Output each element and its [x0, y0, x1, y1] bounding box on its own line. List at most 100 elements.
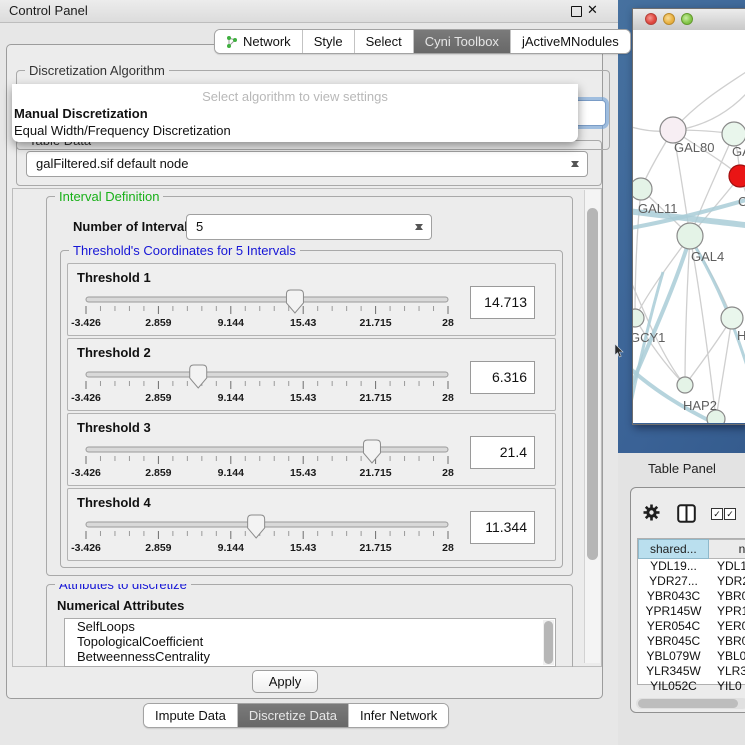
checkbox-icon[interactable]: ✓	[711, 508, 723, 520]
network-node-gal11[interactable]	[633, 178, 652, 200]
threshold-slider[interactable]: -3.4262.8599.14415.4321.71528	[78, 365, 462, 407]
table-row[interactable]: YPR145WYPR1	[638, 604, 745, 619]
cell-name: YIL0	[709, 679, 745, 694]
checkbox-icon[interactable]: ✓	[724, 508, 736, 520]
mouse-cursor-icon	[614, 344, 624, 358]
table-data-value: galFiltered.sif default node	[36, 152, 188, 176]
number-of-intervals-combobox[interactable]: 5	[186, 214, 432, 240]
slider-track[interactable]	[86, 372, 448, 377]
dropdown-item-equal-width-frequency[interactable]: Equal Width/Frequency Discretization	[14, 123, 231, 138]
table-row[interactable]: YDR27...YDR2	[638, 574, 745, 589]
node-label: H	[737, 328, 745, 343]
network-node-gal4[interactable]	[677, 223, 703, 249]
svg-text:-3.426: -3.426	[71, 467, 101, 479]
threshold-slider[interactable]: -3.4262.8599.14415.4321.71528	[78, 440, 462, 482]
network-edge[interactable]	[673, 72, 745, 130]
slider-ticks: -3.4262.8599.14415.4321.71528	[71, 531, 454, 554]
table-panel-title: Table Panel	[648, 461, 716, 476]
svg-text:9.144: 9.144	[218, 542, 244, 554]
svg-text:2.859: 2.859	[145, 542, 171, 554]
column-header-shared-name[interactable]: shared...	[638, 539, 709, 559]
svg-text:-3.426: -3.426	[71, 317, 101, 329]
tab-select[interactable]: Select	[355, 30, 414, 53]
cell-shared-name: YLR345W	[638, 664, 709, 679]
threshold-slider[interactable]: -3.4262.8599.14415.4321.71528	[78, 290, 462, 332]
panel-title: Control Panel	[9, 3, 88, 18]
table-row[interactable]: YLR345WYLR3	[638, 664, 745, 679]
network-edge[interactable]	[685, 236, 690, 385]
desktop-background: GAL80GACGAL11GAL4GCY1HHAP2	[618, 0, 745, 453]
table-row[interactable]: YIL052CYIL0	[638, 679, 745, 694]
control-panel-titlebar: Control Panel ✕	[0, 0, 618, 23]
traffic-minimize-icon[interactable]	[663, 13, 675, 25]
numerical-attributes-list[interactable]: SelfLoopsTopologicalCoefficientBetweenne…	[64, 618, 556, 667]
traffic-zoom-icon[interactable]	[681, 13, 693, 25]
slider-track[interactable]	[86, 297, 448, 302]
threshold-value-field[interactable]: 6.316	[470, 361, 535, 394]
columns-icon[interactable]	[677, 504, 696, 523]
traffic-close-icon[interactable]	[645, 13, 657, 25]
tab-discretize-data[interactable]: Discretize Data	[238, 704, 349, 727]
vertical-scrollbar[interactable]	[584, 190, 600, 663]
list-scrollbar[interactable]	[543, 620, 554, 665]
network-edge[interactable]	[716, 318, 732, 419]
threshold-value-field[interactable]: 14.713	[470, 286, 535, 319]
cell-name: YBL0	[709, 649, 745, 664]
float-icon[interactable]	[571, 6, 582, 17]
network-node-gcy1[interactable]	[633, 309, 644, 327]
cell-shared-name: YDL19...	[638, 559, 709, 574]
close-icon[interactable]: ✕	[587, 2, 598, 18]
app-root: Control Panel ✕ NetworkStyleSelectCyni T…	[0, 0, 745, 745]
network-window-titlebar	[633, 9, 745, 31]
svg-text:15.43: 15.43	[290, 392, 316, 404]
table-row[interactable]: YBL079WYBL0	[638, 649, 745, 664]
network-canvas[interactable]: GAL80GACGAL11GAL4GCY1HHAP2	[633, 30, 745, 423]
threshold-value-field[interactable]: 21.4	[470, 436, 535, 469]
threshold-slider[interactable]: -3.4262.8599.14415.4321.71528	[78, 515, 462, 557]
node-label: GA	[732, 144, 745, 159]
threshold-label: Threshold 3	[77, 420, 151, 435]
list-scrollbar-thumb[interactable]	[544, 621, 553, 664]
table-row[interactable]: YBR043CYBR0	[638, 589, 745, 604]
slider-thumb[interactable]	[363, 440, 380, 463]
table-row[interactable]: YBR045CYBR0	[638, 634, 745, 649]
network-node-top-right[interactable]	[722, 122, 745, 146]
attribute-item-topologicalcoefficient[interactable]: TopologicalCoefficient	[65, 634, 555, 649]
gear-icon[interactable]	[643, 504, 660, 521]
network-node-h-node[interactable]	[721, 307, 743, 329]
horizontal-scrollbar[interactable]	[636, 698, 745, 709]
tab-infer-network[interactable]: Infer Network	[349, 704, 448, 727]
tab-network[interactable]: Network	[215, 30, 303, 53]
tab-impute-data[interactable]: Impute Data	[144, 704, 238, 727]
table-row[interactable]: YER054CYER0	[638, 619, 745, 634]
tab-cyni-toolbox[interactable]: Cyni Toolbox	[414, 30, 511, 53]
threshold-value-field[interactable]: 11.344	[470, 511, 535, 544]
node-table[interactable]: shared...naYDL19...YDL1YDR27...YDR2YBR04…	[637, 538, 745, 685]
slider-track[interactable]	[86, 447, 448, 452]
table-data-combobox[interactable]: galFiltered.sif default node	[26, 151, 588, 177]
cell-shared-name: YPR145W	[638, 604, 709, 619]
node-label: GAL80	[674, 140, 714, 155]
apply-button[interactable]: Apply	[252, 670, 318, 693]
horizontal-scrollbar-thumb[interactable]	[638, 699, 738, 708]
attribute-item-selfloops[interactable]: SelfLoops	[65, 619, 555, 634]
dropdown-item-manual-discretization[interactable]: Manual Discretization	[14, 106, 148, 121]
slider-thumb[interactable]	[248, 515, 265, 538]
node-label: GAL4	[691, 249, 724, 264]
table-row[interactable]: YDL19...YDL1	[638, 559, 745, 574]
table-toolbar: ✓ ✓	[631, 488, 745, 536]
network-node-red-node[interactable]	[729, 165, 745, 187]
network-edge[interactable]	[685, 318, 732, 385]
attribute-item-betweennesscentrality[interactable]: BetweennessCentrality	[65, 649, 555, 664]
network-node-hap2[interactable]	[677, 377, 693, 393]
tab-style[interactable]: Style	[303, 30, 355, 53]
vertical-scrollbar-thumb[interactable]	[587, 208, 598, 560]
slider-track[interactable]	[86, 522, 448, 527]
slider-thumb[interactable]	[190, 365, 207, 388]
cell-shared-name: YIL052C	[638, 679, 709, 694]
svg-text:28: 28	[442, 317, 454, 329]
control-panel: Control Panel ✕ NetworkStyleSelectCyni T…	[0, 0, 619, 745]
tab-jactivemnodules[interactable]: jActiveMNodules	[511, 30, 630, 53]
tab-label: Infer Network	[360, 708, 437, 723]
column-header-name[interactable]: na	[709, 539, 745, 559]
